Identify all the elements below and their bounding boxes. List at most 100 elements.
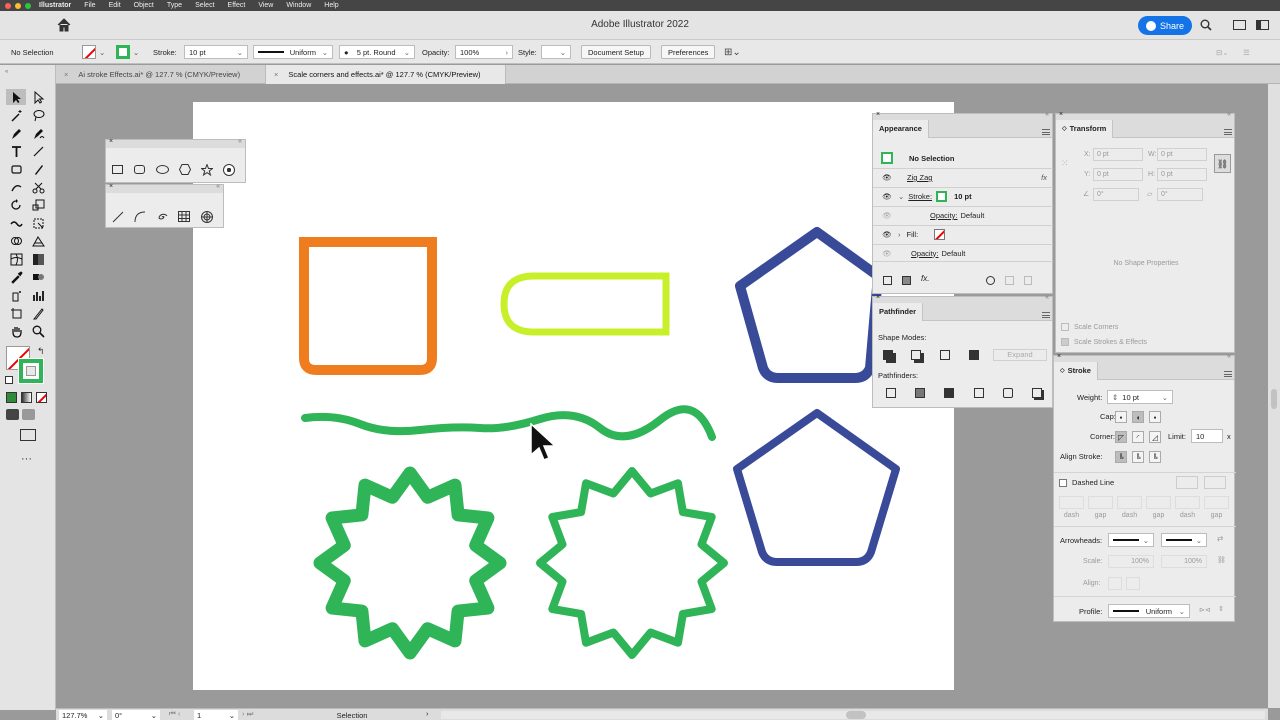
none-mode-icon[interactable] xyxy=(36,392,47,403)
green-zigzag-star-thin[interactable] xyxy=(536,467,728,659)
limit-field[interactable]: 10 xyxy=(1191,429,1223,443)
stroke-tab[interactable]: ◇ Stroke xyxy=(1054,361,1098,380)
symbol-sprayer-icon[interactable] xyxy=(6,287,26,303)
control-menu-icon[interactable]: ☰ xyxy=(1243,45,1250,59)
artboard-select[interactable]: 1 ⌄ xyxy=(194,710,238,720)
collapse-icon[interactable]: « xyxy=(1045,111,1049,118)
workspace-icon[interactable] xyxy=(1233,20,1246,30)
collapse-icon[interactable]: « xyxy=(5,69,8,75)
paintbrush-tool-icon[interactable] xyxy=(28,161,48,177)
menu-view[interactable]: View xyxy=(258,2,273,9)
exclude-icon[interactable] xyxy=(969,350,979,360)
scroll-thumb[interactable] xyxy=(1271,389,1277,409)
zoom-tool-icon[interactable] xyxy=(28,323,48,339)
flip-along-icon[interactable]: ⊳⊲ xyxy=(1199,606,1211,614)
effect-name[interactable]: Zig Zag xyxy=(907,173,932,182)
collapse-icon[interactable]: « xyxy=(216,183,220,190)
delete-icon[interactable] xyxy=(1024,276,1032,285)
gap-field-1[interactable] xyxy=(1088,496,1113,509)
add-stroke-icon[interactable] xyxy=(883,276,892,285)
selection-tool-icon[interactable] xyxy=(6,89,26,105)
y-field[interactable]: 0 pt xyxy=(1093,168,1143,181)
default-colors-icon[interactable] xyxy=(5,376,13,384)
scissors-tool-icon[interactable] xyxy=(28,179,48,195)
dash-field-2[interactable] xyxy=(1117,496,1142,509)
transform-tab[interactable]: ◇ Transform xyxy=(1056,119,1114,138)
magic-wand-icon[interactable] xyxy=(6,107,26,123)
constrain-proportions-icon[interactable]: ⛓ xyxy=(1214,154,1231,173)
arrow-align-place-icon[interactable] xyxy=(1126,577,1140,590)
curvature-tool-icon[interactable] xyxy=(28,125,48,141)
divide-icon[interactable] xyxy=(886,388,896,398)
horizontal-scrollbar[interactable] xyxy=(441,711,1265,719)
shear-field[interactable]: 0° xyxy=(1157,188,1203,201)
gradient-mode-icon[interactable] xyxy=(21,392,32,403)
ellipse-icon[interactable] xyxy=(156,165,169,174)
opacity-label[interactable]: Opacity: xyxy=(911,249,939,258)
rotation-select[interactable]: 0° ⌄ xyxy=(112,710,160,720)
draw-mode-icon[interactable] xyxy=(6,409,19,420)
stepper-icon[interactable]: ⇕ xyxy=(1112,393,1118,402)
panel-menu-icon[interactable] xyxy=(1224,371,1232,377)
polar-grid-icon[interactable] xyxy=(201,211,213,223)
lasso-icon[interactable] xyxy=(28,107,48,123)
perspective-grid-icon[interactable] xyxy=(28,233,48,249)
mesh-tool-icon[interactable] xyxy=(6,251,26,267)
align-center-icon[interactable]: ╚ xyxy=(1115,451,1127,463)
scroll-thumb[interactable] xyxy=(846,711,866,719)
opacity-label[interactable]: Opacity: xyxy=(930,211,958,220)
eye-icon[interactable]: 👁 xyxy=(882,211,892,221)
link-scale-icon[interactable]: ⛓ xyxy=(1217,556,1226,564)
opacity-field[interactable]: 100% › xyxy=(455,45,513,59)
minus-back-icon[interactable] xyxy=(1032,388,1042,398)
lime-rounded-rectangle[interactable] xyxy=(500,272,670,336)
line-segment-icon[interactable] xyxy=(112,211,124,223)
crop-icon[interactable] xyxy=(974,388,984,398)
h-field[interactable]: 0 pt xyxy=(1157,168,1207,181)
stroke-label[interactable]: Stroke: xyxy=(908,192,932,201)
panel-menu-icon[interactable] xyxy=(1042,129,1050,135)
column-graph-icon[interactable] xyxy=(28,287,48,303)
close-icon[interactable]: × xyxy=(876,111,880,118)
dashed-line-checkbox[interactable]: Dashed Line xyxy=(1059,478,1114,487)
scale-strokes-checkbox[interactable]: Scale Strokes & Effects xyxy=(1061,338,1147,346)
artboard-next-icon[interactable]: › ⏭ xyxy=(242,709,253,719)
weight-field[interactable]: ⇕ 10 pt ⌄ xyxy=(1107,390,1173,404)
end-scale-field[interactable]: 100% xyxy=(1161,555,1207,568)
eyedropper-tool-icon[interactable] xyxy=(6,269,26,285)
eye-icon[interactable]: 👁 xyxy=(882,192,892,202)
rotate-tool-icon[interactable] xyxy=(6,197,26,213)
polygon-icon[interactable] xyxy=(178,164,192,175)
align-outside-icon[interactable]: ╚ xyxy=(1149,451,1161,463)
stroke-row[interactable]: 👁 ⌄ Stroke: 10 pt xyxy=(873,187,1053,205)
arrange-documents-icon[interactable] xyxy=(1256,20,1269,30)
more-tools-icon[interactable]: ··· xyxy=(21,453,32,465)
line-tool-icon[interactable] xyxy=(28,143,48,159)
collapse-icon[interactable]: « xyxy=(1227,353,1231,360)
menu-object[interactable]: Object xyxy=(134,2,154,9)
fill-none-swatch-icon[interactable] xyxy=(934,229,946,240)
stroke-swatch-icon[interactable] xyxy=(936,191,948,202)
menu-window[interactable]: Window xyxy=(286,2,311,9)
artboard-tool-icon[interactable] xyxy=(6,305,26,321)
share-button[interactable]: Share xyxy=(1138,16,1192,35)
brush-definition-select[interactable]: ● 5 pt. Round ⌄ xyxy=(339,45,415,59)
free-transform-tool-icon[interactable] xyxy=(28,215,48,231)
eye-icon[interactable]: 👁 xyxy=(882,230,892,240)
close-icon[interactable]: × xyxy=(64,70,68,79)
add-fill-icon[interactable] xyxy=(902,276,911,285)
align-inside-icon[interactable]: ╚ xyxy=(1132,451,1144,463)
stroke-color-icon[interactable] xyxy=(18,358,44,384)
rounded-rectangle-icon[interactable] xyxy=(134,165,145,174)
add-effect-icon[interactable]: fx. xyxy=(921,274,929,283)
eye-icon[interactable]: 👁 xyxy=(882,173,892,183)
direct-selection-tool-icon[interactable] xyxy=(28,89,48,105)
rotate-field[interactable]: 0° xyxy=(1093,188,1139,201)
fill-label[interactable]: Fill: xyxy=(907,230,919,239)
menu-type[interactable]: Type xyxy=(167,2,182,9)
opacity-row[interactable]: 👁 Opacity: Default xyxy=(873,244,1053,262)
close-icon[interactable]: × xyxy=(1057,353,1061,360)
profile-select[interactable]: Uniform ⌄ xyxy=(1108,604,1190,618)
unite-icon[interactable] xyxy=(883,350,893,360)
menu-select[interactable]: Select xyxy=(195,2,214,9)
